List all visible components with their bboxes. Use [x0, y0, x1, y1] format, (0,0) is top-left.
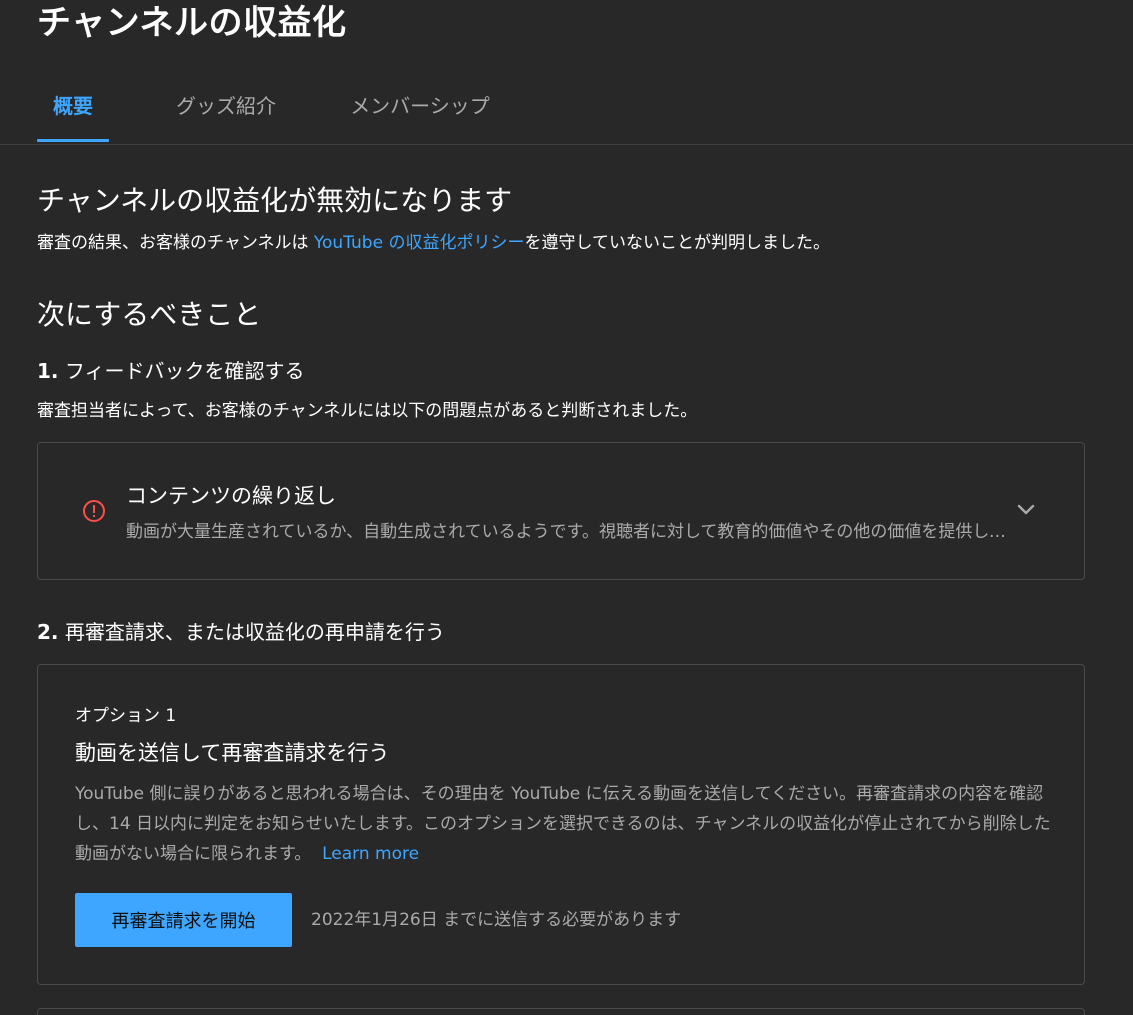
page-title: チャンネルの収益化 [37, 3, 347, 43]
appeal-deadline: 2022年1月26日 までに送信する必要があります [311, 910, 682, 930]
start-appeal-button[interactable]: 再審査請求を開始 [75, 893, 292, 947]
issue-card[interactable]: コンテンツの繰り返し 動画が大量生産されているか、自動生成されているようです。視… [37, 442, 1085, 580]
tab-merchandise[interactable]: グッズ紹介 [165, 78, 287, 142]
option-label: オプション 1 [75, 706, 177, 726]
monetization-policy-link[interactable]: YouTube の収益化ポリシー [314, 233, 525, 253]
learn-more-link[interactable]: Learn more [322, 844, 419, 864]
step1-title-text: フィードバックを確認する [64, 359, 305, 383]
step1-description: 審査担当者によって、お客様のチャンネルには以下の問題点があると判断されました。 [37, 401, 698, 421]
status-text-after: を遵守していないことが判明しました。 [524, 233, 830, 253]
step2-title: 2. 再審査請求、または収益化の再申請を行う [37, 617, 445, 647]
chevron-down-icon[interactable] [1014, 497, 1038, 521]
option-2-card [37, 1008, 1085, 1015]
step1-number: 1. [37, 359, 59, 383]
issue-title: コンテンツの繰り返し [126, 484, 336, 508]
monetization-page: チャンネルの収益化 概要 グッズ紹介 メンバーシップ チャンネルの収益化が無効に… [0, 0, 1133, 1015]
status-description: 審査の結果、お客様のチャンネルは YouTube の収益化ポリシーを遵守していな… [37, 230, 830, 256]
step2-number: 2. [37, 620, 59, 644]
option-description: YouTube 側に誤りがあると思われる場合は、その理由を YouTube に伝… [75, 779, 1055, 869]
option-description-text: YouTube 側に誤りがあると思われる場合は、その理由を YouTube に伝… [75, 784, 1051, 864]
status-headline: チャンネルの収益化が無効になります [37, 184, 513, 217]
error-circle-icon [83, 500, 105, 522]
tab-bar: 概要 グッズ紹介 メンバーシップ [0, 78, 1133, 145]
option-title: 動画を送信して再審査請求を行う [75, 741, 390, 765]
issue-description: 動画が大量生産されているか、自動生成されているようです。視聴者に対して教育的価値… [126, 522, 1006, 542]
step1-title: 1. フィードバックを確認する [37, 356, 304, 386]
step2-title-text: 再審査請求、または収益化の再申請を行う [64, 620, 445, 644]
appeal-option-card: オプション 1 動画を送信して再審査請求を行う YouTube 側に誤りがあると… [37, 664, 1085, 985]
status-text-before: 審査の結果、お客様のチャンネルは [37, 233, 314, 253]
tab-membership[interactable]: メンバーシップ [339, 78, 501, 142]
next-steps-heading: 次にするべきこと [37, 298, 262, 331]
tab-overview[interactable]: 概要 [37, 78, 109, 142]
